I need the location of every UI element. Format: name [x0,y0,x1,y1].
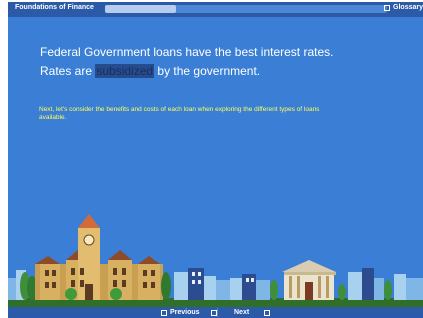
next-steps-note: Next, let's consider the benefits and co… [39,106,320,121]
progress-fill [105,5,176,13]
previous-label: Previous [170,309,200,316]
progress-bar [105,5,387,13]
bank-building-illustration [282,260,336,300]
next-label: Next [234,309,250,316]
city-illustration [8,214,423,308]
headline-line-1: Federal Government loans have the best i… [40,45,334,59]
college-building-illustration [35,214,163,300]
next-button[interactable]: Next [219,307,271,318]
previous-icon [161,309,167,316]
left-trees [20,272,37,300]
headline-line-2-start: Rates are [40,64,96,78]
top-bar: Foundations of Finance Glossary [8,2,423,17]
course-window: Foundations of Finance Glossary Federal … [8,2,423,318]
previous-end-icon [210,309,217,316]
glossary-button[interactable]: Glossary [384,4,423,11]
headline-line-2-end: by the government. [154,64,261,78]
right-skyline [348,268,423,300]
headline-line-2: Rates are subsidized by the government. [40,62,334,81]
glossary-icon [384,4,391,11]
headline: Federal Government loans have the best i… [40,43,334,81]
glossary-label: Glossary [393,4,423,11]
previous-button[interactable]: Previous [161,307,217,318]
course-title: Foundations of Finance [15,4,94,11]
nav-divider [217,308,218,317]
middle-skyline [174,268,270,300]
bottom-navigation-bar: Previous Next [8,307,423,318]
subsidized-highlight: subsidized [95,64,155,78]
next-icon [264,309,271,316]
